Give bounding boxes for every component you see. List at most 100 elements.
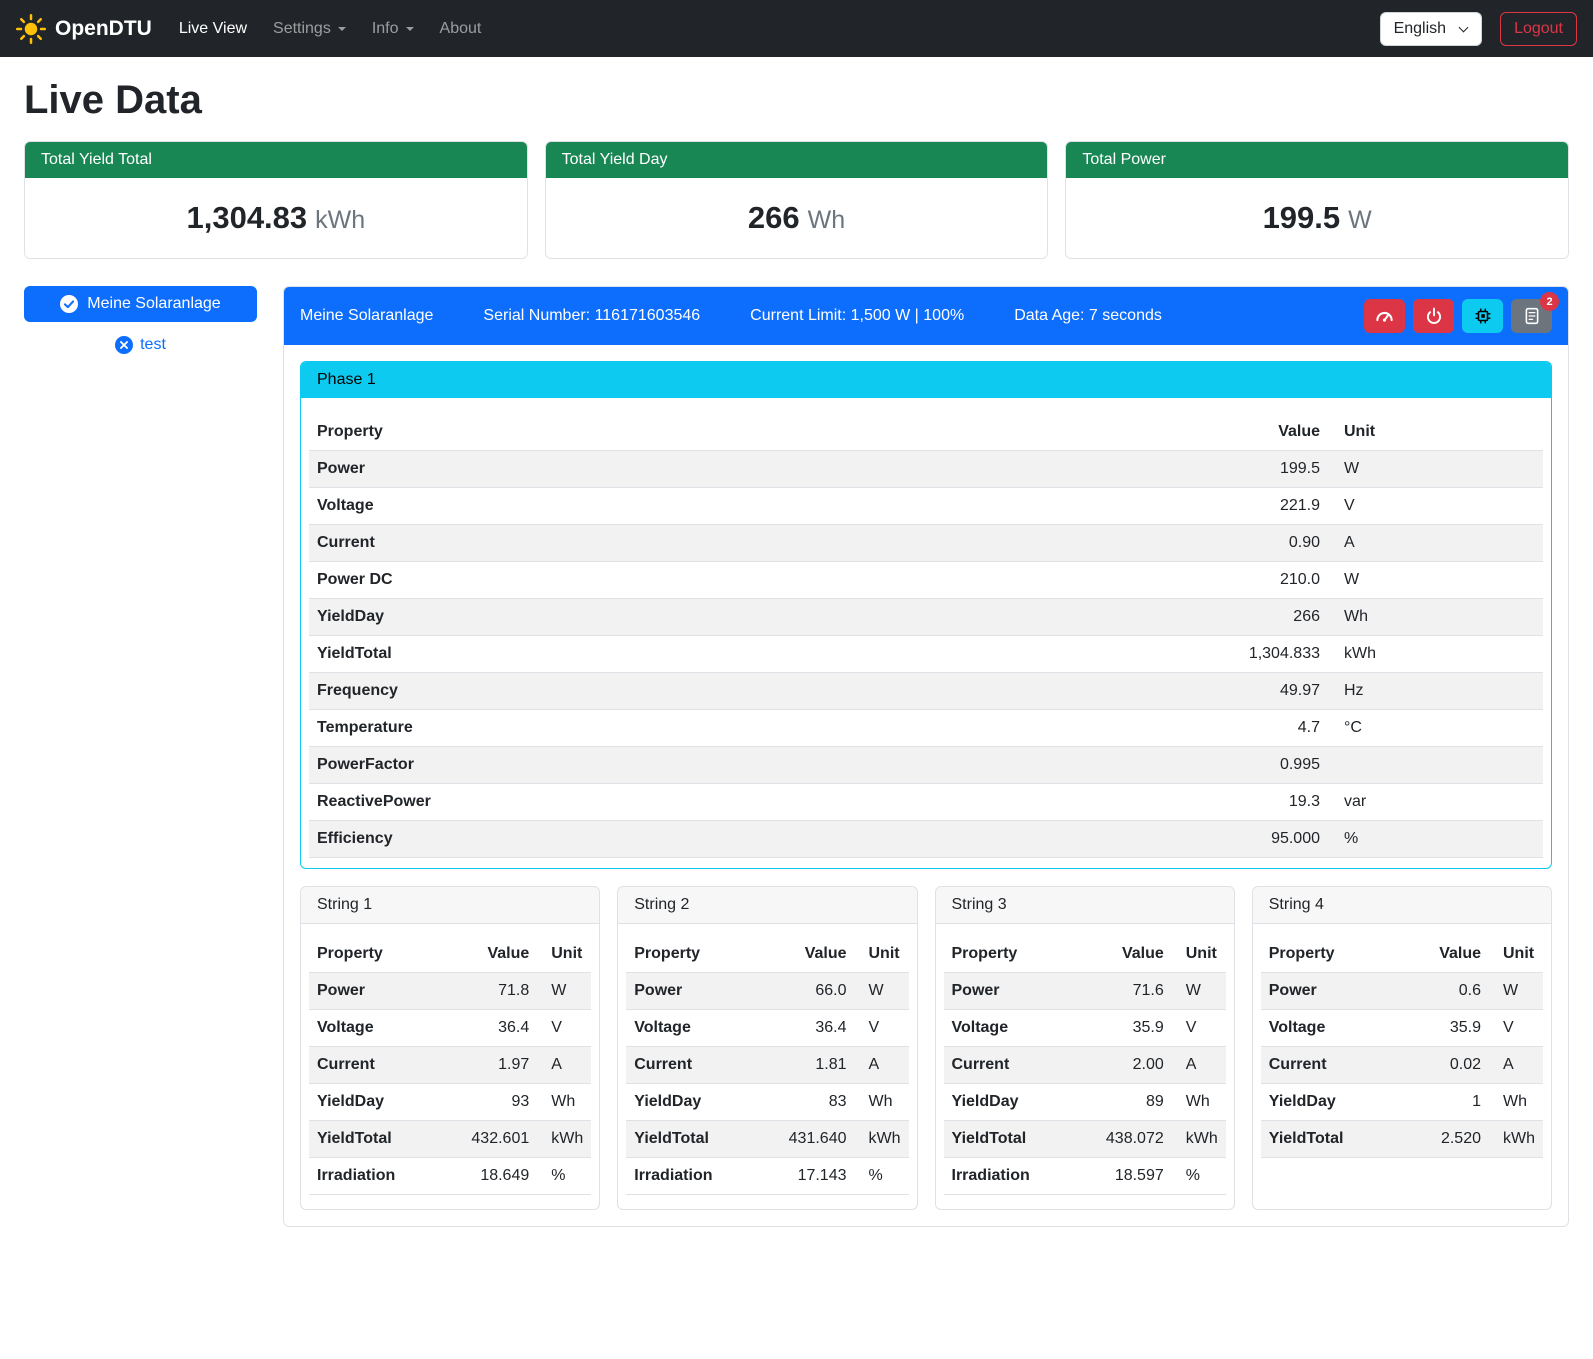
property-cell: Irradiation [309, 1158, 459, 1195]
value-cell: 1 [1411, 1084, 1489, 1121]
property-cell: Voltage [309, 1010, 459, 1047]
value-cell: 1,304.833 [1178, 636, 1328, 673]
nav-about[interactable]: About [427, 12, 495, 46]
phase-card: Phase 1 Property Value Unit [300, 361, 1552, 869]
cpu-chip-icon [1474, 307, 1492, 325]
value-cell: 83 [777, 1084, 855, 1121]
string-card-title: String 1 [301, 887, 599, 924]
page-title: Live Data [24, 78, 1569, 123]
table-row: Power 71.8 W [309, 973, 591, 1010]
limit-settings-button[interactable] [1364, 299, 1405, 333]
property-cell: YieldDay [309, 599, 1178, 636]
string-4-card: String 4 Property Value Unit [1252, 886, 1552, 1210]
property-cell: YieldTotal [944, 1121, 1094, 1158]
inverter-data-age: Data Age: 7 seconds [1014, 307, 1162, 325]
column-value: Value [459, 936, 537, 973]
total-power-card: Total Power 199.5W [1065, 141, 1569, 259]
unit-cell: Wh [537, 1084, 591, 1121]
inverter-select-button[interactable]: Meine Solaranlage [24, 286, 257, 322]
string-2-table: Property Value Unit Power [626, 936, 908, 1195]
unit-cell: A [537, 1047, 591, 1084]
unit-cell: kWh [1172, 1121, 1226, 1158]
total-power-value: 199.5 [1263, 200, 1341, 235]
value-cell: 432.601 [459, 1121, 537, 1158]
string-card-title: String 2 [618, 887, 916, 924]
value-cell: 431.640 [777, 1121, 855, 1158]
brand[interactable]: OpenDTU [16, 14, 152, 44]
column-unit: Unit [1172, 936, 1226, 973]
string-cards: String 1 Property Value Unit [300, 886, 1552, 1210]
logout-button[interactable]: Logout [1500, 12, 1577, 46]
test-link[interactable]: test [24, 336, 257, 354]
column-unit: Unit [855, 936, 909, 973]
unit-cell: Wh [1489, 1084, 1543, 1121]
table-row: PowerFactor 0.995 [309, 747, 1543, 784]
column-property: Property [309, 936, 459, 973]
power-button[interactable] [1413, 299, 1454, 333]
table-row: Power 199.5 W [309, 451, 1543, 488]
value-cell: 71.6 [1094, 973, 1172, 1010]
inverter-select-label: Meine Solaranlage [87, 295, 220, 313]
total-yield-total-unit: kWh [315, 206, 365, 234]
column-property: Property [626, 936, 776, 973]
language-select[interactable]: English [1380, 12, 1482, 46]
property-cell: Power [944, 973, 1094, 1010]
property-cell: Power [309, 451, 1178, 488]
phase-table: Property Value Unit Power [309, 414, 1543, 858]
property-cell: Irradiation [626, 1158, 776, 1195]
table-row: YieldDay 83 Wh [626, 1084, 908, 1121]
summary-cards: Total Yield Total 1,304.83kWh Total Yiel… [24, 141, 1569, 259]
property-cell: Current [1261, 1047, 1411, 1084]
property-cell: Power [1261, 973, 1411, 1010]
unit-cell: % [1172, 1158, 1226, 1195]
column-property: Property [944, 936, 1094, 973]
total-yield-total-value: 1,304.83 [186, 200, 307, 235]
check-circle-icon [60, 295, 78, 313]
table-row: Current 1.81 A [626, 1047, 908, 1084]
device-info-button[interactable] [1462, 299, 1503, 333]
inverter-current-limit: Current Limit: 1,500 W | 100% [750, 307, 964, 325]
table-row: Irradiation 18.649 % [309, 1158, 591, 1195]
phase-card-title: Phase 1 [301, 362, 1551, 398]
event-log-button[interactable]: 2 [1511, 299, 1552, 333]
table-header-row: Property Value Unit [626, 936, 908, 973]
property-cell: Current [309, 1047, 459, 1084]
value-cell: 36.4 [777, 1010, 855, 1047]
value-cell: 0.6 [1411, 973, 1489, 1010]
unit-cell: kWh [855, 1121, 909, 1158]
table-row: Power DC 210.0 W [309, 562, 1543, 599]
column-value: Value [777, 936, 855, 973]
property-cell: YieldDay [944, 1084, 1094, 1121]
table-row: YieldTotal 438.072 kWh [944, 1121, 1226, 1158]
nav-live-view[interactable]: Live View [166, 12, 260, 46]
string-2-table-body: Power 66.0 W Voltage 36.4 V [626, 973, 908, 1195]
property-cell: Power DC [309, 562, 1178, 599]
property-cell: Voltage [309, 488, 1178, 525]
brand-label: OpenDTU [55, 17, 152, 41]
value-cell: 2.00 [1094, 1047, 1172, 1084]
value-cell: 89 [1094, 1084, 1172, 1121]
value-cell: 66.0 [777, 973, 855, 1010]
unit-cell: V [1328, 488, 1543, 525]
nav-info[interactable]: Info [359, 12, 427, 46]
chevron-down-icon [1459, 22, 1469, 32]
unit-cell: A [1328, 525, 1543, 562]
table-row: YieldTotal 2.520 kWh [1261, 1121, 1543, 1158]
table-row: Voltage 35.9 V [944, 1010, 1226, 1047]
table-header-row: Property Value Unit [944, 936, 1226, 973]
unit-cell: Wh [1172, 1084, 1226, 1121]
value-cell: 71.8 [459, 973, 537, 1010]
property-cell: Current [309, 525, 1178, 562]
property-cell: Frequency [309, 673, 1178, 710]
value-cell: 19.3 [1178, 784, 1328, 821]
event-count-badge: 2 [1540, 292, 1559, 311]
table-row: Voltage 221.9 V [309, 488, 1543, 525]
total-yield-day-value: 266 [748, 200, 800, 235]
string-1-card: String 1 Property Value Unit [300, 886, 600, 1210]
nav-settings[interactable]: Settings [260, 12, 359, 46]
unit-cell: % [855, 1158, 909, 1195]
table-row: Efficiency 95.000 % [309, 821, 1543, 858]
column-unit: Unit [1489, 936, 1543, 973]
string-card-title: String 3 [936, 887, 1234, 924]
value-cell: 93 [459, 1084, 537, 1121]
